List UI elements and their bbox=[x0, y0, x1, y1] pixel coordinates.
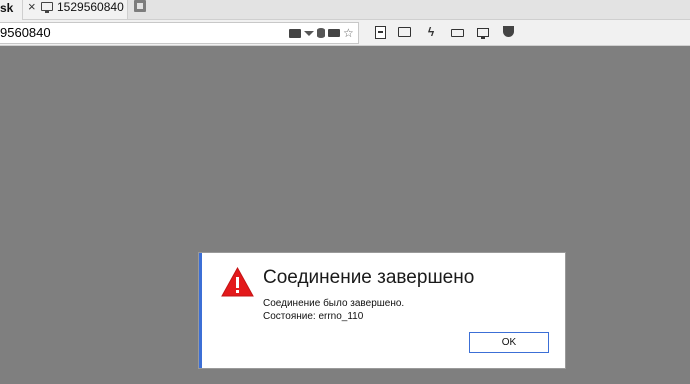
tab-active[interactable]: × 1529560840 bbox=[22, 0, 128, 19]
dialog-message: Соединение было завершено. bbox=[263, 298, 405, 309]
comment-icon[interactable] bbox=[398, 27, 411, 37]
dashboard-icon[interactable] bbox=[289, 28, 301, 38]
star-icon[interactable]: ☆ bbox=[343, 27, 354, 39]
shield-icon[interactable] bbox=[503, 26, 514, 37]
address-bar[interactable]: 9560840 ☆ bbox=[0, 22, 359, 44]
lightning-icon[interactable]: ϟ bbox=[424, 25, 438, 39]
keyboard-icon[interactable] bbox=[451, 29, 464, 37]
dialog-status: Состояние: errno_110 bbox=[263, 311, 364, 322]
monitor-icon bbox=[41, 2, 53, 13]
tab-partial[interactable]: sk bbox=[0, 0, 22, 20]
connection-closed-dialog: Соединение завершено Соединение было зав… bbox=[199, 253, 565, 368]
database-icon[interactable] bbox=[317, 28, 325, 38]
address-text: 9560840 bbox=[0, 25, 51, 40]
warning-icon bbox=[221, 267, 254, 297]
address-bar-icons: ☆ bbox=[289, 26, 354, 40]
close-tab-icon[interactable]: × bbox=[28, 0, 36, 14]
toolbar: 9560840 ☆ ϟ bbox=[0, 20, 690, 46]
hourglass-icon[interactable] bbox=[304, 30, 314, 36]
dialog-title: Соединение завершено bbox=[263, 267, 475, 288]
tab-bar: sk × 1529560840 bbox=[0, 0, 690, 20]
tab-partial-label: sk bbox=[0, 1, 14, 15]
document-export-icon[interactable] bbox=[375, 26, 386, 39]
tab-active-label: 1529560840 bbox=[57, 0, 124, 14]
monitor-icon[interactable] bbox=[477, 28, 489, 39]
new-tab-icon[interactable] bbox=[134, 0, 146, 12]
truck-icon[interactable] bbox=[328, 29, 340, 37]
ok-button[interactable]: OK bbox=[469, 332, 549, 353]
